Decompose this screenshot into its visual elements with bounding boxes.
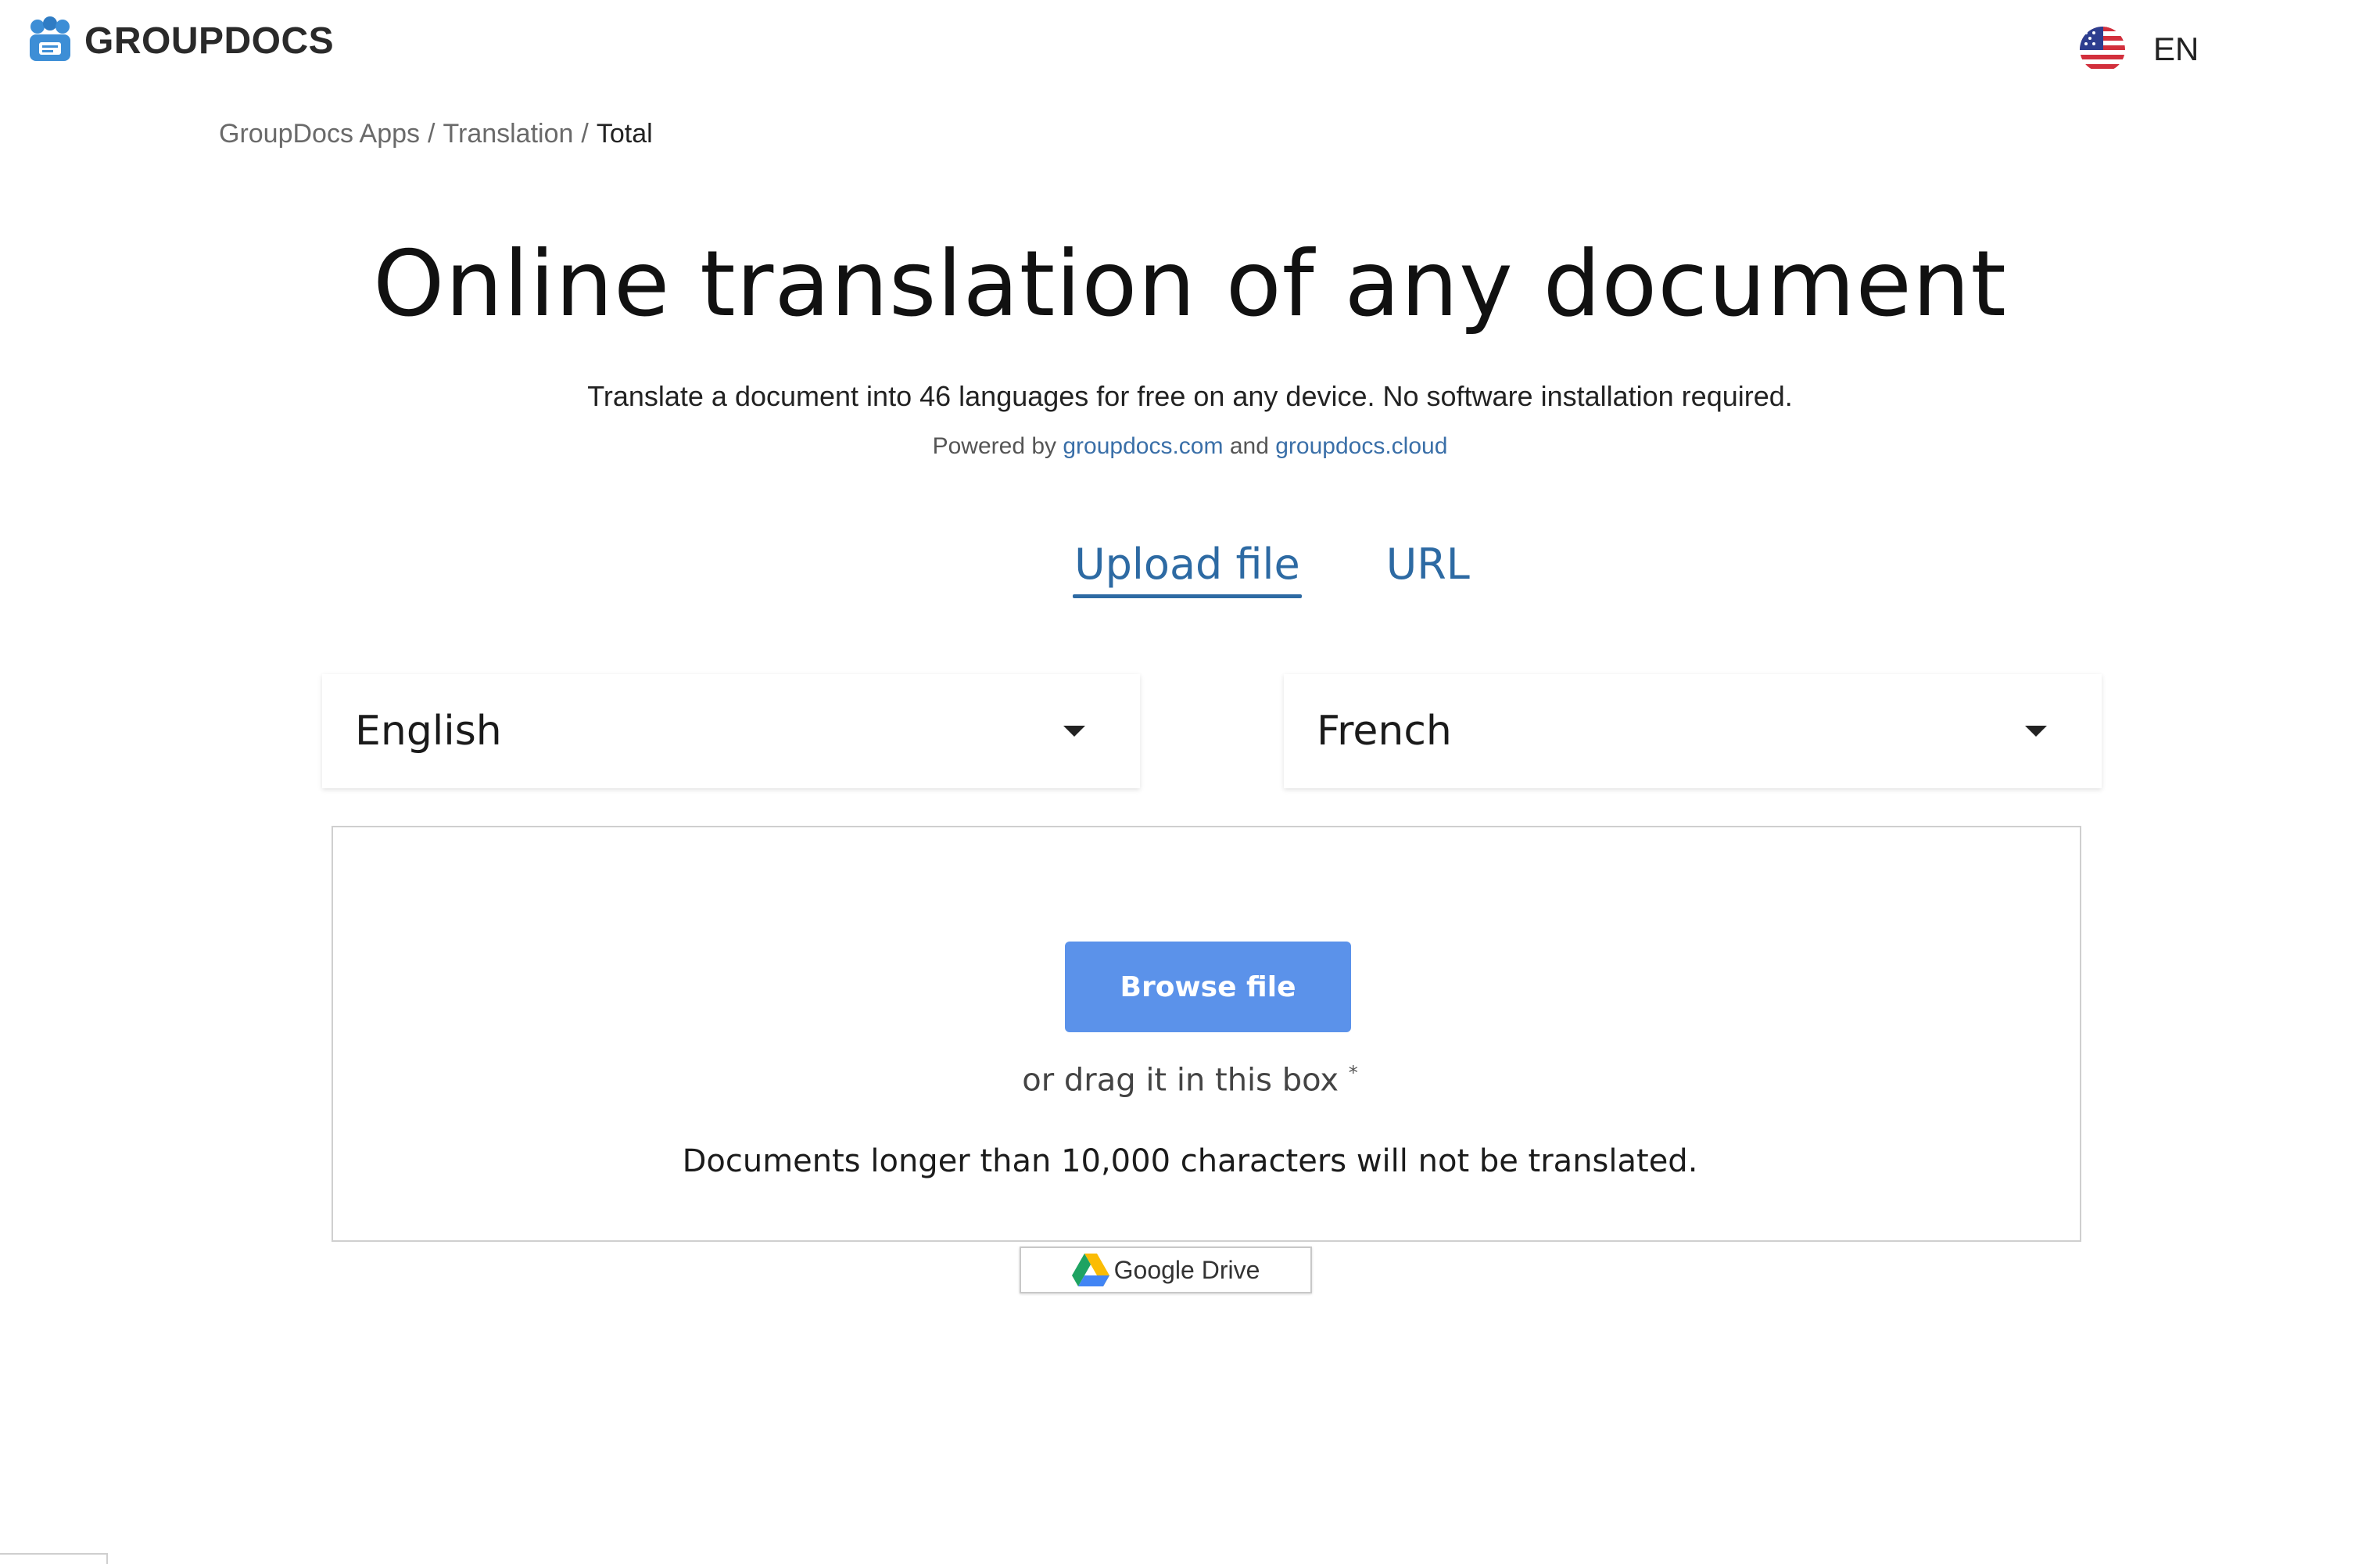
- target-language-value: French: [1317, 708, 1452, 755]
- breadcrumb-current: Total: [596, 119, 653, 149]
- groupdocs-logo[interactable]: GROUPDOCS: [25, 16, 334, 66]
- breadcrumb-separator: /: [428, 119, 435, 149]
- language-switcher[interactable]: EN: [2080, 27, 2199, 72]
- target-language-select[interactable]: French: [1284, 674, 2102, 788]
- drag-hint-marker: *: [1348, 1062, 1358, 1084]
- us-flag-icon: [2080, 27, 2125, 72]
- source-language-value: English: [355, 708, 502, 755]
- powered-prefix: Powered by: [932, 433, 1057, 459]
- drag-hint-text: or drag it in this box: [1022, 1062, 1339, 1099]
- logo-text: GROUPDOCS: [84, 20, 335, 62]
- browse-file-button[interactable]: Browse file: [1065, 942, 1351, 1032]
- tab-url[interactable]: URL: [1386, 540, 1470, 597]
- page-subtitle: Translate a document into 46 languages f…: [587, 380, 1793, 412]
- groupdocs-logo-icon: [30, 16, 70, 61]
- powered-by: Powered by groupdocs.com and groupdocs.c…: [0, 433, 2380, 460]
- breadcrumb-separator: /: [581, 119, 589, 149]
- tab-upload-file[interactable]: Upload file: [1073, 540, 1302, 598]
- google-drive-button[interactable]: Google Drive: [1020, 1247, 1312, 1293]
- file-drop-zone[interactable]: [332, 826, 2081, 1242]
- breadcrumb-groupdocs-apps[interactable]: GroupDocs Apps: [219, 119, 420, 149]
- google-drive-icon: [1071, 1254, 1109, 1286]
- source-language-select[interactable]: English: [322, 674, 1140, 788]
- chevron-down-icon: [1063, 726, 1085, 737]
- powered-and: and: [1229, 433, 1269, 459]
- google-drive-label: Google Drive: [1113, 1255, 1260, 1284]
- character-limit-notice: Documents longer than 10,000 characters …: [682, 1143, 1698, 1179]
- drag-hint: or drag it in this box *: [0, 1062, 2380, 1098]
- upload-mode-tabs: Upload file URL: [0, 540, 2380, 598]
- chevron-down-icon: [2025, 726, 2047, 737]
- page-title: Online translation of any document: [373, 231, 2007, 337]
- page: GROUPDOCS EN GroupDocs Apps / Translatio…: [0, 0, 2380, 1564]
- breadcrumb: GroupDocs Apps / Translation / Total: [219, 119, 653, 149]
- language-code: EN: [2153, 30, 2199, 67]
- breadcrumb-translation[interactable]: Translation: [443, 119, 573, 149]
- groupdocs-cloud-link[interactable]: groupdocs.cloud: [1275, 433, 1447, 459]
- cookie-panel-close[interactable]: [0, 1553, 108, 1564]
- groupdocs-com-link[interactable]: groupdocs.com: [1063, 433, 1223, 459]
